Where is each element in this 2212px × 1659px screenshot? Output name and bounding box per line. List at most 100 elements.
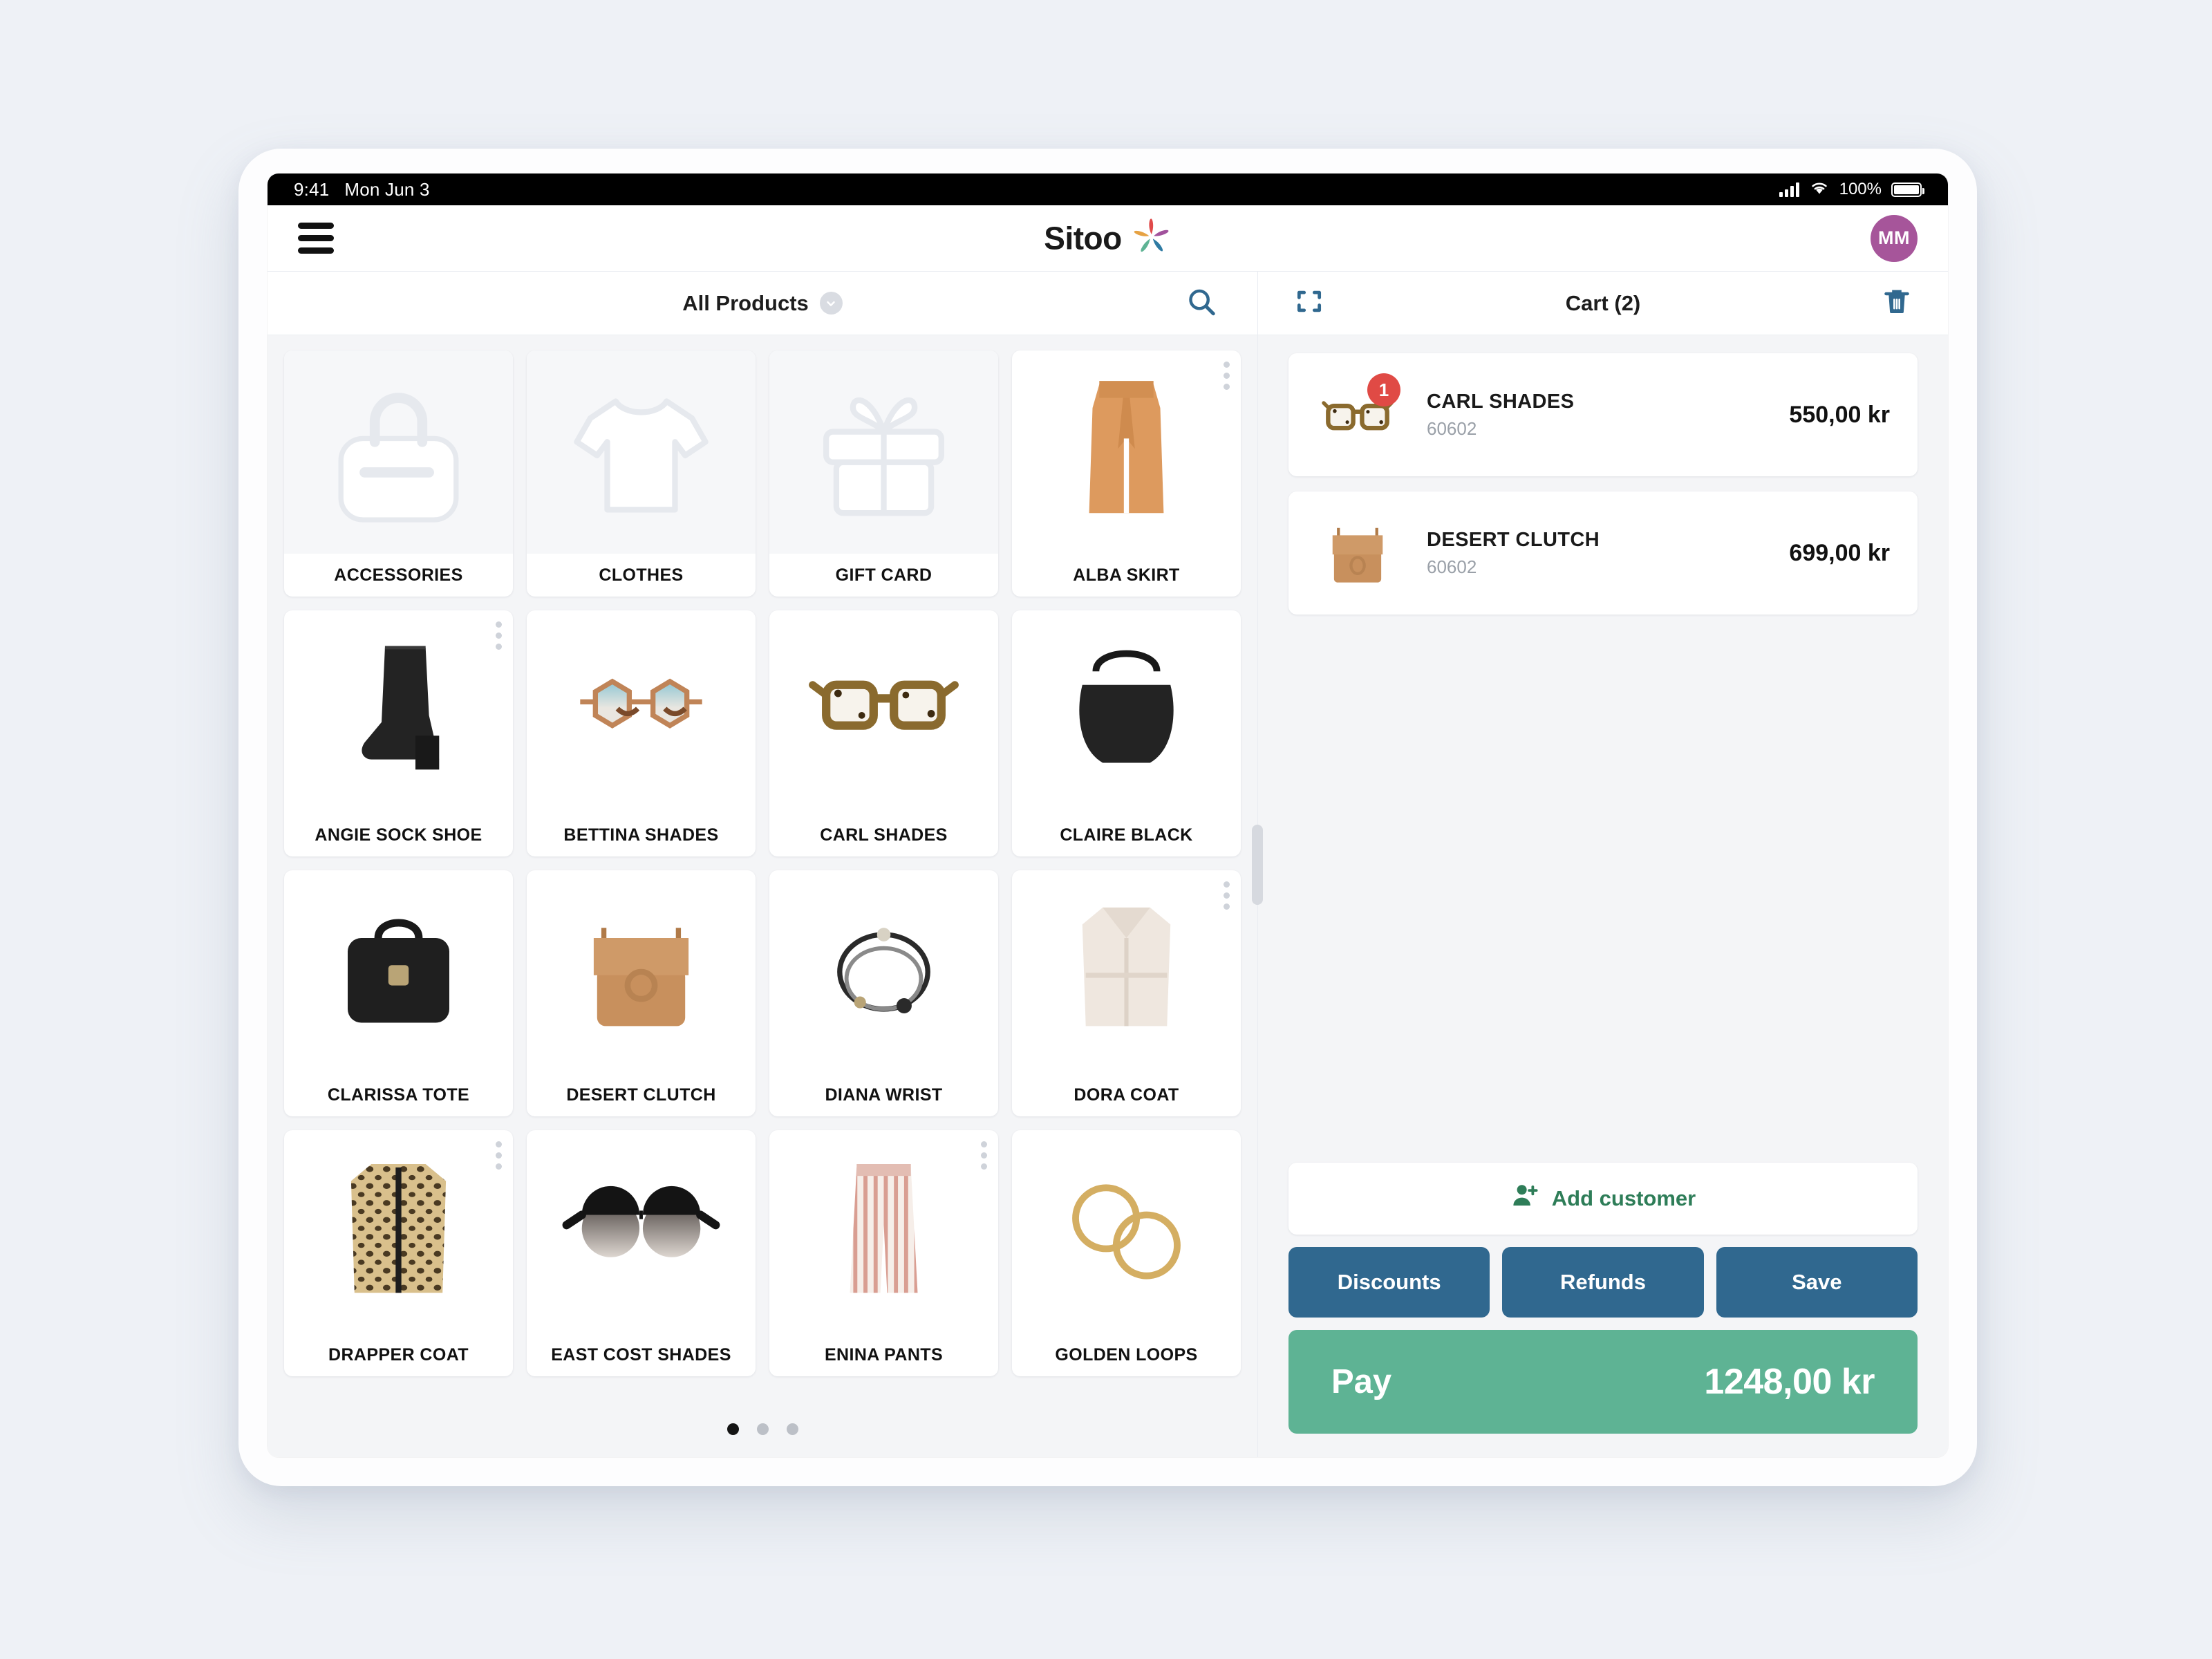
clear-cart-trash-icon[interactable] (1882, 285, 1912, 321)
product-card-label: DRAPPER COAT (328, 1344, 469, 1365)
main-content: All Products ACCESSORIES CLOTHES GIFT CA… (268, 272, 1948, 1457)
product-card[interactable]: BETTINA SHADES (527, 610, 756, 856)
product-card-label: DIANA WRIST (825, 1085, 943, 1105)
black-boot-image (362, 646, 440, 770)
product-card[interactable]: ENINA PANTS (769, 1130, 998, 1376)
leopard-coat-image (350, 1164, 447, 1293)
product-card[interactable]: CLARISSA TOTE (284, 870, 513, 1116)
product-thumb (284, 1130, 513, 1333)
hamburger-menu-icon[interactable] (298, 223, 334, 254)
product-card[interactable]: CARL SHADES (769, 610, 998, 856)
page-root: 9:41 Mon Jun 3 100% Sitoo MM All Product… (0, 0, 2212, 1659)
category-placeholder-thumb (284, 350, 513, 554)
panel-resize-handle[interactable] (1252, 824, 1263, 905)
product-card[interactable]: CLOTHES (527, 350, 756, 597)
product-grid: ACCESSORIES CLOTHES GIFT CARD ALBA SKIRT… (284, 350, 1241, 1376)
cream-coat-image (1082, 907, 1171, 1027)
product-thumb (284, 870, 513, 1074)
card-more-options-icon[interactable] (496, 1141, 502, 1170)
product-card-label: CLARISSA TOTE (327, 1085, 470, 1105)
product-card-label: BETTINA SHADES (563, 825, 719, 845)
gold-hoop-earrings-image (1072, 1184, 1181, 1280)
product-card-label: DORA COAT (1074, 1085, 1179, 1105)
cart-item-price: 550,00 kr (1789, 401, 1890, 428)
product-filter-dropdown[interactable]: All Products (682, 291, 843, 316)
status-bar-left: 9:41 Mon Jun 3 (294, 179, 430, 200)
scan-barcode-icon[interactable] (1294, 286, 1324, 320)
refunds-button[interactable]: Refunds (1502, 1247, 1704, 1318)
person-plus-icon (1510, 1181, 1539, 1216)
product-thumb (1012, 1130, 1241, 1333)
add-customer-button[interactable]: Add customer (1288, 1163, 1918, 1235)
card-more-options-icon[interactable] (1224, 362, 1230, 390)
cart-item-quantity-badge: 1 (1367, 373, 1400, 406)
tan-clutch-bag-image (593, 928, 689, 1027)
sitoo-star-icon (1132, 216, 1172, 260)
discounts-button[interactable]: Discounts (1288, 1247, 1490, 1318)
product-card-label: GOLDEN LOOPS (1055, 1344, 1198, 1365)
bracelet-image (837, 928, 930, 1014)
tablet-device-frame: 9:41 Mon Jun 3 100% Sitoo MM All Product… (238, 149, 1977, 1486)
cellular-signal-icon (1779, 182, 1799, 197)
avatar[interactable]: MM (1871, 214, 1918, 262)
product-thumb (1012, 870, 1241, 1074)
top-navigation-bar: Sitoo MM (268, 205, 1948, 272)
product-card[interactable]: ACCESSORIES (284, 350, 513, 597)
black-tote-bag-image (348, 919, 449, 1023)
card-more-options-icon[interactable] (496, 621, 502, 650)
product-card-label: EAST COST SHADES (551, 1344, 731, 1365)
product-card[interactable]: DORA COAT (1012, 870, 1241, 1116)
product-card-label: ACCESSORIES (334, 565, 463, 585)
status-bar: 9:41 Mon Jun 3 100% (268, 174, 1948, 205)
cart-header: Cart (2) (1258, 272, 1948, 335)
product-card[interactable]: CLAIRE BLACK (1012, 610, 1241, 856)
cart-action-buttons: Discounts Refunds Save (1288, 1247, 1918, 1318)
cart-panel: Cart (2) 1 CARL SHADES 60602 550,00 kr D… (1252, 272, 1948, 1457)
tan-clutch-bag-image (1332, 527, 1383, 583)
product-card[interactable]: GIFT CARD (769, 350, 998, 597)
product-card-label: ALBA SKIRT (1073, 565, 1180, 585)
product-thumb (1012, 350, 1241, 554)
pagination-dot-1[interactable] (727, 1423, 739, 1435)
cart-item-info: DESERT CLUTCH 60602 (1402, 529, 1789, 578)
wifi-icon (1809, 180, 1830, 200)
battery-percent-label: 100% (1839, 180, 1882, 198)
product-card[interactable]: ANGIE SOCK SHOE (284, 610, 513, 856)
product-card[interactable]: ALBA SKIRT (1012, 350, 1241, 597)
product-card-label: ANGIE SOCK SHOE (315, 825, 482, 845)
gift-placeholder-icon (823, 397, 944, 516)
card-more-options-icon[interactable] (981, 1141, 987, 1170)
product-thumb (769, 1130, 998, 1333)
status-bar-right: 100% (1779, 180, 1924, 200)
brand-name: Sitoo (1044, 220, 1122, 256)
product-card[interactable]: DRAPPER COAT (284, 1130, 513, 1376)
cart-item[interactable]: DESERT CLUTCH 60602 699,00 kr (1288, 491, 1918, 615)
product-thumb (284, 610, 513, 814)
save-button[interactable]: Save (1716, 1247, 1918, 1318)
pay-button[interactable]: Pay 1248,00 kr (1288, 1330, 1918, 1434)
striped-pants-image (850, 1164, 918, 1293)
cart-item-sku: 60602 (1427, 556, 1477, 577)
card-more-options-icon[interactable] (1224, 881, 1230, 910)
product-card[interactable]: GOLDEN LOOPS (1012, 1130, 1241, 1376)
add-customer-label: Add customer (1551, 1186, 1696, 1210)
product-thumb (769, 870, 998, 1074)
cart-footer: Add customer Discounts Refunds Save Pay … (1258, 1163, 1948, 1457)
product-card[interactable]: DESERT CLUTCH (527, 870, 756, 1116)
cart-item[interactable]: 1 CARL SHADES 60602 550,00 kr (1288, 353, 1918, 476)
category-placeholder-thumb (527, 350, 756, 554)
pagination-dot-3[interactable] (786, 1423, 798, 1435)
product-thumb (1012, 610, 1241, 814)
category-placeholder-thumb (769, 350, 998, 554)
product-thumb (527, 870, 756, 1074)
product-card-label: DESERT CLUTCH (566, 1085, 716, 1105)
product-card[interactable]: DIANA WRIST (769, 870, 998, 1116)
product-card-label: GIFT CARD (835, 565, 932, 585)
pagination-dot-2[interactable] (756, 1423, 769, 1435)
product-grid-container: ACCESSORIES CLOTHES GIFT CARD ALBA SKIRT… (268, 335, 1257, 1400)
search-icon[interactable] (1185, 285, 1217, 321)
product-card[interactable]: EAST COST SHADES (527, 1130, 756, 1376)
product-card-label: ENINA PANTS (824, 1344, 944, 1365)
black-round-sunglasses-image (562, 1185, 720, 1257)
battery-icon (1891, 182, 1924, 197)
